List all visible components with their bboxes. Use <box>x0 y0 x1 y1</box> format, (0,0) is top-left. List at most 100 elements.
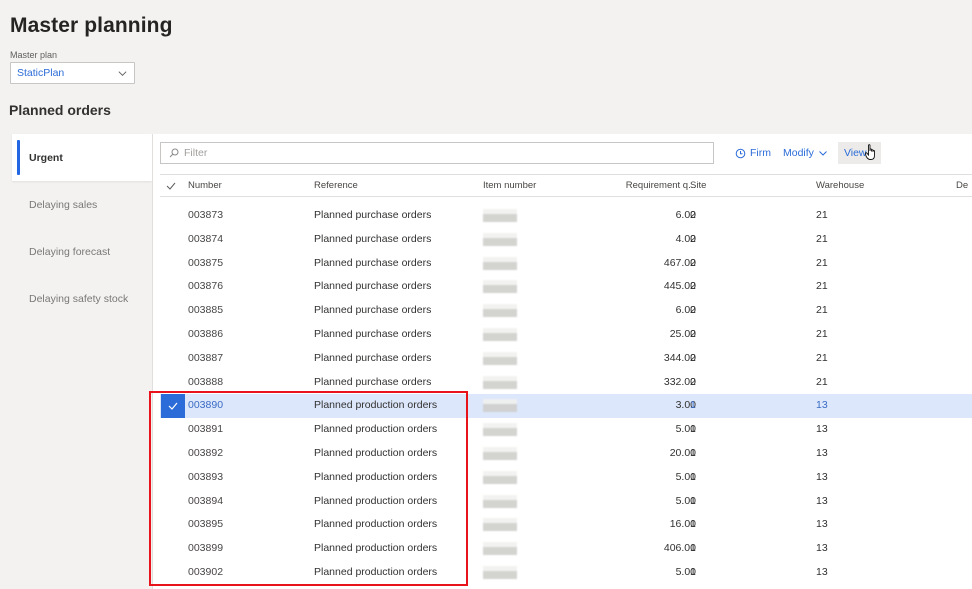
cell-warehouse: 13 <box>816 446 828 459</box>
cell-warehouse: 21 <box>816 304 828 317</box>
table-row[interactable]: 003887 Planned purchase orders 344.00 2 21 <box>160 347 972 371</box>
firm-button[interactable]: Firm <box>729 142 777 164</box>
modify-button[interactable]: Modify <box>777 142 834 164</box>
cell-requirement-qty: 445.00 <box>663 280 696 293</box>
view-button[interactable]: View <box>837 142 881 164</box>
cell-site: 2 <box>690 256 696 269</box>
cell-item-number-redacted <box>483 232 517 246</box>
table-row[interactable]: 003873 Planned purchase orders 6.00 2 21 <box>160 204 972 228</box>
tab-delaying-safety-stock[interactable]: Delaying safety stock <box>12 275 152 322</box>
chevron-down-icon <box>118 70 127 76</box>
cell-warehouse: 21 <box>816 327 828 340</box>
cell-requirement-qty: 406.00 <box>663 542 696 555</box>
table-row[interactable]: 003885 Planned purchase orders 6.00 2 21 <box>160 299 972 323</box>
cell-reference: Planned purchase orders <box>314 351 432 364</box>
tab-label: Urgent <box>29 151 63 164</box>
table-row[interactable]: 003886 Planned purchase orders 25.00 2 21 <box>160 323 972 347</box>
cell-requirement-qty: 4.00 <box>675 232 696 245</box>
cell-warehouse: 13 <box>816 494 828 507</box>
cell-number: 003887 <box>188 351 224 364</box>
cell-reference: Planned production orders <box>314 446 438 459</box>
column-header-reference[interactable]: Reference <box>314 175 358 197</box>
cell-requirement-qty: 20.00 <box>669 446 696 459</box>
table-row[interactable]: 003892 Planned production orders 20.00 1 13 <box>160 442 972 466</box>
cell-warehouse: 13 <box>816 565 828 578</box>
cell-number: 003894 <box>188 494 224 507</box>
cell-reference: Planned production orders <box>314 423 438 436</box>
checkmark-icon <box>166 182 176 190</box>
cell-item-number-redacted <box>483 256 517 270</box>
cell-site: 1 <box>690 518 696 531</box>
table-row[interactable]: 003890 Planned production orders 3.00 1 13 <box>160 394 972 419</box>
cell-item-number-redacted <box>483 209 517 222</box>
tab-label: Delaying forecast <box>29 245 111 258</box>
cell-number: 003876 <box>188 280 224 293</box>
cell-requirement-qty: 5.00 <box>675 470 696 483</box>
vertical-tabs: Urgent Delaying sales Delaying forecast … <box>12 134 152 589</box>
table-row[interactable]: 003874 Planned purchase orders 4.00 2 21 <box>160 228 972 252</box>
table-row[interactable]: 003895 Planned production orders 16.00 1 13 <box>160 513 972 537</box>
column-header-truncated[interactable]: De <box>956 175 968 197</box>
page-title: Master planning <box>10 14 173 37</box>
cell-reference: Planned purchase orders <box>314 375 432 388</box>
cell-site: 1 <box>690 542 696 555</box>
table-row[interactable]: 003875 Planned purchase orders 467.00 2 21 <box>160 252 972 276</box>
cell-requirement-qty: 6.00 <box>675 209 696 221</box>
row-checkbox[interactable] <box>161 394 185 419</box>
column-header-warehouse[interactable]: Warehouse <box>816 175 864 197</box>
cell-requirement-qty: 5.00 <box>675 565 696 578</box>
table-row[interactable]: 003894 Planned production orders 5.00 1 13 <box>160 490 972 514</box>
cell-item-number-redacted <box>483 423 517 437</box>
hand-cursor-icon <box>864 144 875 160</box>
cell-item-number-redacted <box>483 280 517 294</box>
tab-urgent[interactable]: Urgent <box>12 134 152 181</box>
select-all-checkbox[interactable] <box>166 175 180 200</box>
master-plan-select[interactable]: StaticPlan <box>10 62 135 84</box>
cell-warehouse: 21 <box>816 256 828 269</box>
table-row[interactable]: 003893 Planned production orders 5.00 1 13 <box>160 466 972 490</box>
modify-label: Modify <box>783 147 814 159</box>
cell-item-number-redacted <box>483 375 517 389</box>
tab-delaying-forecast[interactable]: Delaying forecast <box>12 228 152 275</box>
cell-site: 2 <box>690 375 696 388</box>
cell-number: 003886 <box>188 327 224 340</box>
cell-site: 2 <box>690 209 696 221</box>
firm-label: Firm <box>750 147 771 159</box>
column-header-requirement-qty[interactable]: Requirement q... <box>560 175 696 197</box>
tab-label: Delaying safety stock <box>29 292 129 305</box>
filter-input[interactable] <box>184 147 713 159</box>
cell-requirement-qty: 344.00 <box>663 351 696 364</box>
cell-site: 1 <box>690 423 696 436</box>
cell-item-number-redacted <box>483 304 517 318</box>
cell-warehouse: 13 <box>816 399 828 412</box>
table-row[interactable]: 003876 Planned purchase orders 445.00 2 21 <box>160 275 972 299</box>
table-row[interactable]: 003899 Planned production orders 406.00 1 13 <box>160 537 972 561</box>
cell-item-number-redacted <box>483 399 517 413</box>
cell-warehouse: 21 <box>816 209 828 221</box>
cell-number: 003899 <box>188 542 224 555</box>
cell-number: 003890 <box>188 399 224 412</box>
planned-orders-panel: Firm Modify View Number Reference Item n… <box>152 134 972 589</box>
cell-item-number-redacted <box>483 351 517 365</box>
tab-label: Delaying sales <box>29 198 98 211</box>
cell-requirement-qty: 5.00 <box>675 494 696 507</box>
cell-site: 1 <box>690 399 696 412</box>
table-row[interactable]: 003891 Planned production orders 5.00 1 13 <box>160 418 972 442</box>
chevron-down-icon <box>819 151 827 156</box>
column-header-number[interactable]: Number <box>188 175 222 197</box>
cell-number: 003892 <box>188 446 224 459</box>
column-header-item-number[interactable]: Item number <box>483 175 536 197</box>
cell-warehouse: 13 <box>816 470 828 483</box>
cell-site: 2 <box>690 232 696 245</box>
filter-box[interactable] <box>160 142 714 164</box>
cell-site: 1 <box>690 565 696 578</box>
cell-item-number-redacted <box>483 327 517 341</box>
table-row[interactable]: 003888 Planned purchase orders 332.00 2 21 <box>160 371 972 395</box>
cell-item-number-redacted <box>483 542 517 556</box>
cell-site: 2 <box>690 351 696 364</box>
clock-icon <box>735 148 746 158</box>
table-row[interactable]: 003902 Planned production orders 5.00 1 13 <box>160 561 972 585</box>
column-header-site[interactable]: Site <box>690 175 706 197</box>
tab-delaying-sales[interactable]: Delaying sales <box>12 181 152 228</box>
cell-warehouse: 21 <box>816 280 828 293</box>
